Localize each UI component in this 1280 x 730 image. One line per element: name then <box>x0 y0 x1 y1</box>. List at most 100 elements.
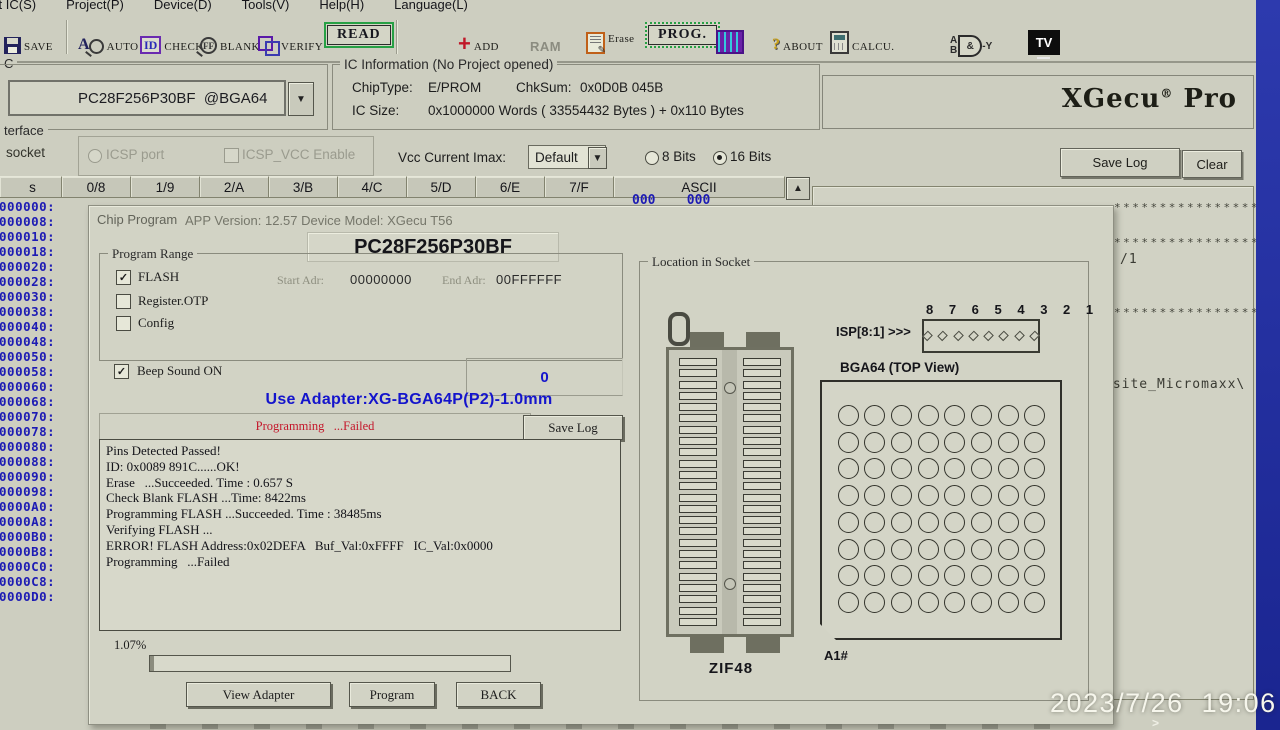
camera-timestamp: 2023/7/26 19:06 <box>1050 688 1277 719</box>
zif-slot <box>679 516 717 524</box>
bga-ball <box>838 432 859 453</box>
calcu-label: CALCU. <box>852 41 894 54</box>
menu-item[interactable]: Project(P) <box>66 0 124 14</box>
icsp-vcc-checkbox[interactable] <box>224 148 239 163</box>
zif-slot <box>743 426 781 434</box>
zif-slot <box>679 403 717 411</box>
column-header[interactable]: 0/8 <box>62 176 131 198</box>
check-button[interactable]: ID CHECK <box>140 20 204 54</box>
config-checkbox[interactable] <box>116 316 131 331</box>
prog-button[interactable]: PROG. <box>645 22 720 48</box>
about-button[interactable]: ? ABOUT <box>772 20 823 54</box>
column-header[interactable]: 1/9 <box>131 176 200 198</box>
column-header[interactable]: 7/F <box>545 176 614 198</box>
bga-ball <box>838 592 859 613</box>
bga-ball <box>1024 458 1045 479</box>
bga-ball <box>971 539 992 560</box>
column-header[interactable]: 6/E <box>476 176 545 198</box>
zif-slot <box>743 595 781 603</box>
menu-item[interactable]: Help(H) <box>319 0 364 14</box>
blank-check-icon: FF <box>200 37 217 54</box>
beep-checkbox[interactable]: ✓ <box>114 364 129 379</box>
menu-item[interactable]: Device(D) <box>154 0 212 14</box>
address-row: 00000D0: <box>0 589 83 604</box>
address-row: 00000C8: <box>0 574 83 589</box>
zif-slot <box>743 561 781 569</box>
chip-type-label: ChipType: <box>352 80 413 95</box>
menu-bar: Select IC(S) Project(P) Device(D) Tools(V) H… <box>0 0 1256 14</box>
zif-slot <box>679 392 717 400</box>
log-line: Programming ...Failed <box>106 554 614 570</box>
save-button[interactable]: SAVE <box>4 20 53 54</box>
device-combobox[interactable]: PC28F256P30BF @BGA64 <box>8 80 286 116</box>
address-row: 00000C0: <box>0 559 83 574</box>
isp-pin <box>922 331 933 342</box>
zif-slot <box>679 584 717 592</box>
status-bar: Programming ...Failed <box>99 413 531 440</box>
chip-program-dialog: Chip Program APP Version: 12.57 Device M… <box>88 205 1114 725</box>
ic-info-groupbox <box>332 64 820 130</box>
zif-slot <box>679 426 717 434</box>
bga-ball <box>944 512 965 533</box>
flash-checkbox[interactable]: ✓ <box>116 270 131 285</box>
menu-item[interactable]: Tools(V) <box>242 0 290 14</box>
verify-button[interactable]: VERIFY <box>258 20 323 54</box>
view-adapter-button[interactable]: View Adapter <box>186 682 331 707</box>
zif-rail-hole <box>724 578 736 590</box>
clear-button[interactable]: Clear <box>1182 150 1242 178</box>
address-column-header[interactable]: s <box>0 176 62 198</box>
isp-connector <box>922 319 1040 353</box>
blank-button[interactable]: FF BLANK <box>200 20 260 54</box>
ic-size-label: IC Size: <box>352 103 399 118</box>
calcu-button[interactable]: CALCU. <box>830 20 894 54</box>
program-button[interactable]: Program <box>349 682 435 707</box>
start-adr-value[interactable]: 00000000 <box>350 272 412 287</box>
address-row: 00000A8: <box>0 514 83 529</box>
16bits-radio[interactable] <box>713 151 727 165</box>
address-row: 0000020: <box>0 259 83 274</box>
column-header[interactable]: 3/B <box>269 176 338 198</box>
column-header[interactable]: 4/C <box>338 176 407 198</box>
chip-button[interactable] <box>716 20 744 54</box>
column-header[interactable]: 2/A <box>200 176 269 198</box>
zif-slot <box>743 539 781 547</box>
calculator-icon <box>830 31 849 54</box>
bga-ball <box>864 458 885 479</box>
chip-type-value: E/PROM <box>428 80 481 95</box>
menu-item[interactable]: Language(L) <box>394 0 468 14</box>
bga-ball <box>1024 432 1045 453</box>
bga-ball <box>971 405 992 426</box>
add-button[interactable]: + ADD <box>458 20 499 54</box>
read-button[interactable]: READ <box>324 22 394 48</box>
16bits-label: 16 Bits <box>730 149 771 164</box>
vcc-dropdown-button[interactable]: ▼ <box>588 147 607 169</box>
end-adr-value[interactable]: 00FFFFFF <box>496 272 562 287</box>
auto-button[interactable]: A AUTO <box>78 20 139 54</box>
zif-slot <box>679 527 717 535</box>
tv-button[interactable]: TV <box>1028 21 1060 55</box>
logic-calc-button[interactable]: AB & -Y <box>950 23 992 57</box>
zif-rail-hole <box>724 382 736 394</box>
auto-label: AUTO <box>107 41 139 54</box>
device-dropdown-button[interactable]: ▼ <box>288 82 314 116</box>
gate-b-label: B <box>950 46 957 56</box>
address-row: 0000048: <box>0 334 83 349</box>
back-button[interactable]: BACK <box>456 682 541 707</box>
menu-item[interactable]: Select IC(S) <box>0 0 36 14</box>
bga-ball <box>838 539 859 560</box>
erase-button[interactable]: Erase <box>586 20 634 54</box>
icsp-port-radio[interactable] <box>88 149 102 163</box>
logic-gate-icon: AB & -Y <box>950 35 992 57</box>
save-log-button-top[interactable]: Save Log <box>1060 148 1180 177</box>
column-header[interactable]: 5/D <box>407 176 476 198</box>
bga-ball <box>891 405 912 426</box>
bga-ball <box>838 405 859 426</box>
save-log-button-dialog[interactable]: Save Log <box>523 415 623 440</box>
zif-slot <box>743 550 781 558</box>
register-otp-checkbox[interactable] <box>116 294 131 309</box>
ram-button[interactable]: RAM <box>530 20 561 54</box>
isp-pin <box>1014 331 1025 342</box>
zif-slot <box>743 414 781 422</box>
log-box[interactable]: Pins Detected Passed!ID: 0x0089 891C....… <box>99 439 621 631</box>
8bits-radio[interactable] <box>645 151 659 165</box>
